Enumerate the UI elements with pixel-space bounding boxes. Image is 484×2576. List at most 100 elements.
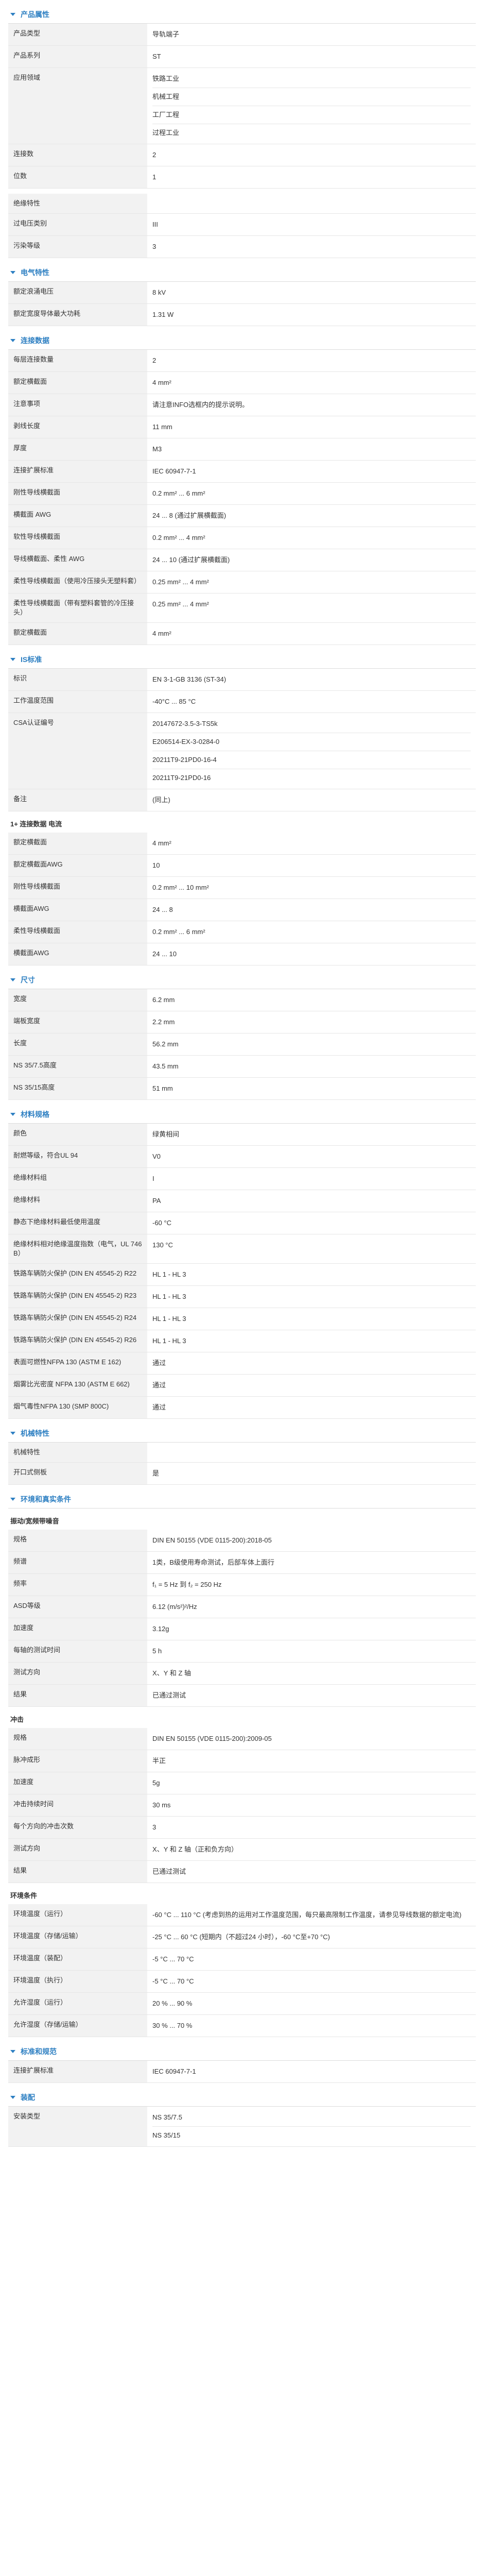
spec-value: 20211T9-21PD0-16: [152, 769, 471, 784]
spec-value-cell: -60 °C: [147, 1212, 476, 1234]
spec-value: 0.2 mm² ... 10 mm²: [152, 884, 209, 891]
spec-value: 6.2 mm: [152, 996, 175, 1004]
spec-label: 绝缘材料: [8, 1190, 147, 1212]
section-header[interactable]: 电气特性: [8, 263, 476, 282]
section-header[interactable]: 标准和规范: [8, 2042, 476, 2061]
spec-value: 130 °C: [152, 1241, 173, 1249]
table-row: NS 35/15高度 51 mm: [8, 1077, 476, 1100]
spec-section: IS标准 标识 EN 3-1-GB 3136 (ST-34) 工作温度范围 -40°C …: [8, 650, 476, 965]
spec-value-cell: -5 °C ... 70 °C: [147, 1970, 476, 1993]
spec-table: 每层连接数量 2 额定横截面 4 mm² 注意事项 请注意INFO选框内的提示说明。 剥线长…: [8, 350, 476, 645]
spec-value: HL 1 - HL 3: [152, 1293, 186, 1300]
spec-value: [152, 199, 471, 201]
section-header[interactable]: 机械特性: [8, 1424, 476, 1443]
table-row: 绝缘材料相对绝缘温度指数（电气，UL 746 B） 130 °C: [8, 1234, 476, 1264]
spec-label: 绝缘材料相对绝缘温度指数（电气，UL 746 B）: [8, 1234, 147, 1264]
spec-value: M3: [152, 445, 162, 453]
spec-label: 过电压类别: [8, 213, 147, 236]
spec-label: 测试方向: [8, 1662, 147, 1685]
table-row: 铁路车辆防火保护 (DIN EN 45545-2) R22 HL 1 - HL 3: [8, 1263, 476, 1286]
spec-value: 0.25 mm² ... 4 mm²: [152, 600, 209, 608]
spec-value-cell: PA: [147, 1190, 476, 1212]
spec-label: 宽度: [8, 989, 147, 1011]
spec-value: 30 % ... 70 %: [152, 2022, 193, 2029]
spec-value-cell: 3: [147, 235, 476, 258]
spec-label: 环境温度（运行）: [8, 1904, 147, 1926]
spec-value: 1: [152, 173, 157, 181]
spec-value: -25 °C ... 60 °C (短期内（不超过24 小时），-60 °C至+…: [152, 1933, 330, 1941]
spec-value: 24 ... 8: [152, 906, 173, 913]
table-row: 导线横截面、柔性 AWG 24 ... 10 (通过扩展横截面): [8, 549, 476, 571]
spec-section: 材料规格 颜色 绿黄相间 耐燃等级，符合UL 94 V0 绝缘材料组 I 绝缘材料 PA 静态下绝…: [8, 1105, 476, 1419]
spec-value-cell: 2: [147, 144, 476, 166]
spec-label: 表面可燃性NFPA 130 (ASTM E 162): [8, 1352, 147, 1375]
spec-value-cell: 11 mm: [147, 416, 476, 438]
table-row: 环境温度（运行） -60 °C ... 110 °C (考虑到热的运用对工作温度范…: [8, 1904, 476, 1926]
spec-label: 频谱: [8, 1551, 147, 1574]
section-header[interactable]: 装配: [8, 2088, 476, 2107]
spec-value: DIN EN 50155 (VDE 0115-200):2018-05: [152, 1536, 272, 1544]
spec-label: 频率: [8, 1573, 147, 1596]
table-row: 环境温度（执行） -5 °C ... 70 °C: [8, 1970, 476, 1993]
section-header[interactable]: IS标准: [8, 650, 476, 669]
table-row: 安装类型 NS 35/7.5 NS 35/15: [8, 2107, 476, 2147]
spec-label: 环境温度（装配）: [8, 1948, 147, 1971]
table-row: 加速度 3.12g: [8, 1618, 476, 1640]
table-row: 软性导线横截面 0.2 mm² ... 4 mm²: [8, 527, 476, 549]
spec-value: 0.2 mm² ... 6 mm²: [152, 489, 205, 497]
spec-value: -5 °C ... 70 °C: [152, 1977, 194, 1985]
table-row: 颜色 绿黄相间: [8, 1124, 476, 1146]
spec-value-cell: 绿黄相间: [147, 1124, 476, 1146]
spec-label: 产品系列: [8, 45, 147, 68]
table-row: 规格 DIN EN 50155 (VDE 0115-200):2009-05: [8, 1728, 476, 1750]
table-row: 连接扩展标准 IEC 60947-7-1: [8, 460, 476, 483]
chevron-down-icon: [10, 1112, 15, 1116]
table-row: 连接数 2: [8, 144, 476, 166]
section-header[interactable]: 尺寸: [8, 971, 476, 989]
table-row: 结果 已通过测试: [8, 1860, 476, 1883]
section-title: 电气特性: [21, 268, 49, 277]
spec-label: 柔性导线横截面: [8, 921, 147, 943]
table-row: 应用领域 铁路工业 机械工程 工厂工程 过程工业: [8, 67, 476, 144]
spec-section: 电气特性 额定浪涌电压 8 kV 额定宽度导体最大功耗 1.31 W: [8, 263, 476, 326]
spec-table: 环境温度（运行） -60 °C ... 110 °C (考虑到热的运用对工作温度范…: [8, 1904, 476, 2037]
spec-value-cell: 20 % ... 90 %: [147, 1992, 476, 2015]
spec-label: 工作温度范围: [8, 690, 147, 713]
section-header[interactable]: 连接数据: [8, 331, 476, 350]
group-subtitle: 1+ 连接数据 电流: [10, 820, 62, 828]
spec-value: 工厂工程: [152, 106, 471, 121]
spec-label: 软性导线横截面: [8, 527, 147, 549]
chevron-down-icon: [10, 2049, 15, 2053]
spec-value-cell: -5 °C ... 70 °C: [147, 1948, 476, 1971]
table-row: 静态下绝缘材料最低使用温度 -60 °C: [8, 1212, 476, 1234]
spec-label: 允许湿度（运行）: [8, 1992, 147, 2015]
spec-value-cell: DIN EN 50155 (VDE 0115-200):2018-05: [147, 1530, 476, 1552]
table-row: 规格 DIN EN 50155 (VDE 0115-200):2018-05: [8, 1530, 476, 1552]
spec-value-cell: IEC 60947-7-1: [147, 2061, 476, 2083]
table-row: 每个方向的冲击次数 3: [8, 1816, 476, 1839]
spec-value: IEC 60947-7-1: [152, 2067, 196, 2075]
section-header[interactable]: 材料规格: [8, 1105, 476, 1124]
table-row: 横截面AWG 24 ... 8: [8, 899, 476, 921]
spec-value-cell: 半正: [147, 1750, 476, 1772]
spec-value-cell: [147, 194, 476, 214]
spec-value: 5g: [152, 1779, 160, 1787]
spec-value: IEC 60947-7-1: [152, 467, 196, 475]
table-row: 剥线长度 11 mm: [8, 416, 476, 438]
spec-label: 测试方向: [8, 1838, 147, 1861]
section-title: 材料规格: [21, 1110, 49, 1118]
table-row: 刚性导线横截面 0.2 mm² ... 10 mm²: [8, 876, 476, 899]
spec-value-cell: HL 1 - HL 3: [147, 1308, 476, 1330]
spec-value-cell: X、Y 和 Z 轴（正和负方向）: [147, 1838, 476, 1861]
spec-value: 24 ... 10: [152, 950, 177, 958]
spec-label: 机械特性: [8, 1443, 147, 1463]
spec-value: 24 ... 8 (通过扩展横截面): [152, 512, 227, 519]
spec-value-cell: HL 1 - HL 3: [147, 1330, 476, 1352]
section-header[interactable]: 产品属性: [8, 5, 476, 24]
table-row: 过电压类别 III: [8, 213, 476, 236]
spec-label: 厚度: [8, 438, 147, 461]
spec-value-cell: 6.12 (m/s²)²/Hz: [147, 1596, 476, 1618]
spec-value-cell: 24 ... 8: [147, 899, 476, 921]
group-subtitle: 振动/宽频带噪音: [10, 1517, 59, 1525]
section-header[interactable]: 环境和真实条件: [8, 1490, 476, 1509]
